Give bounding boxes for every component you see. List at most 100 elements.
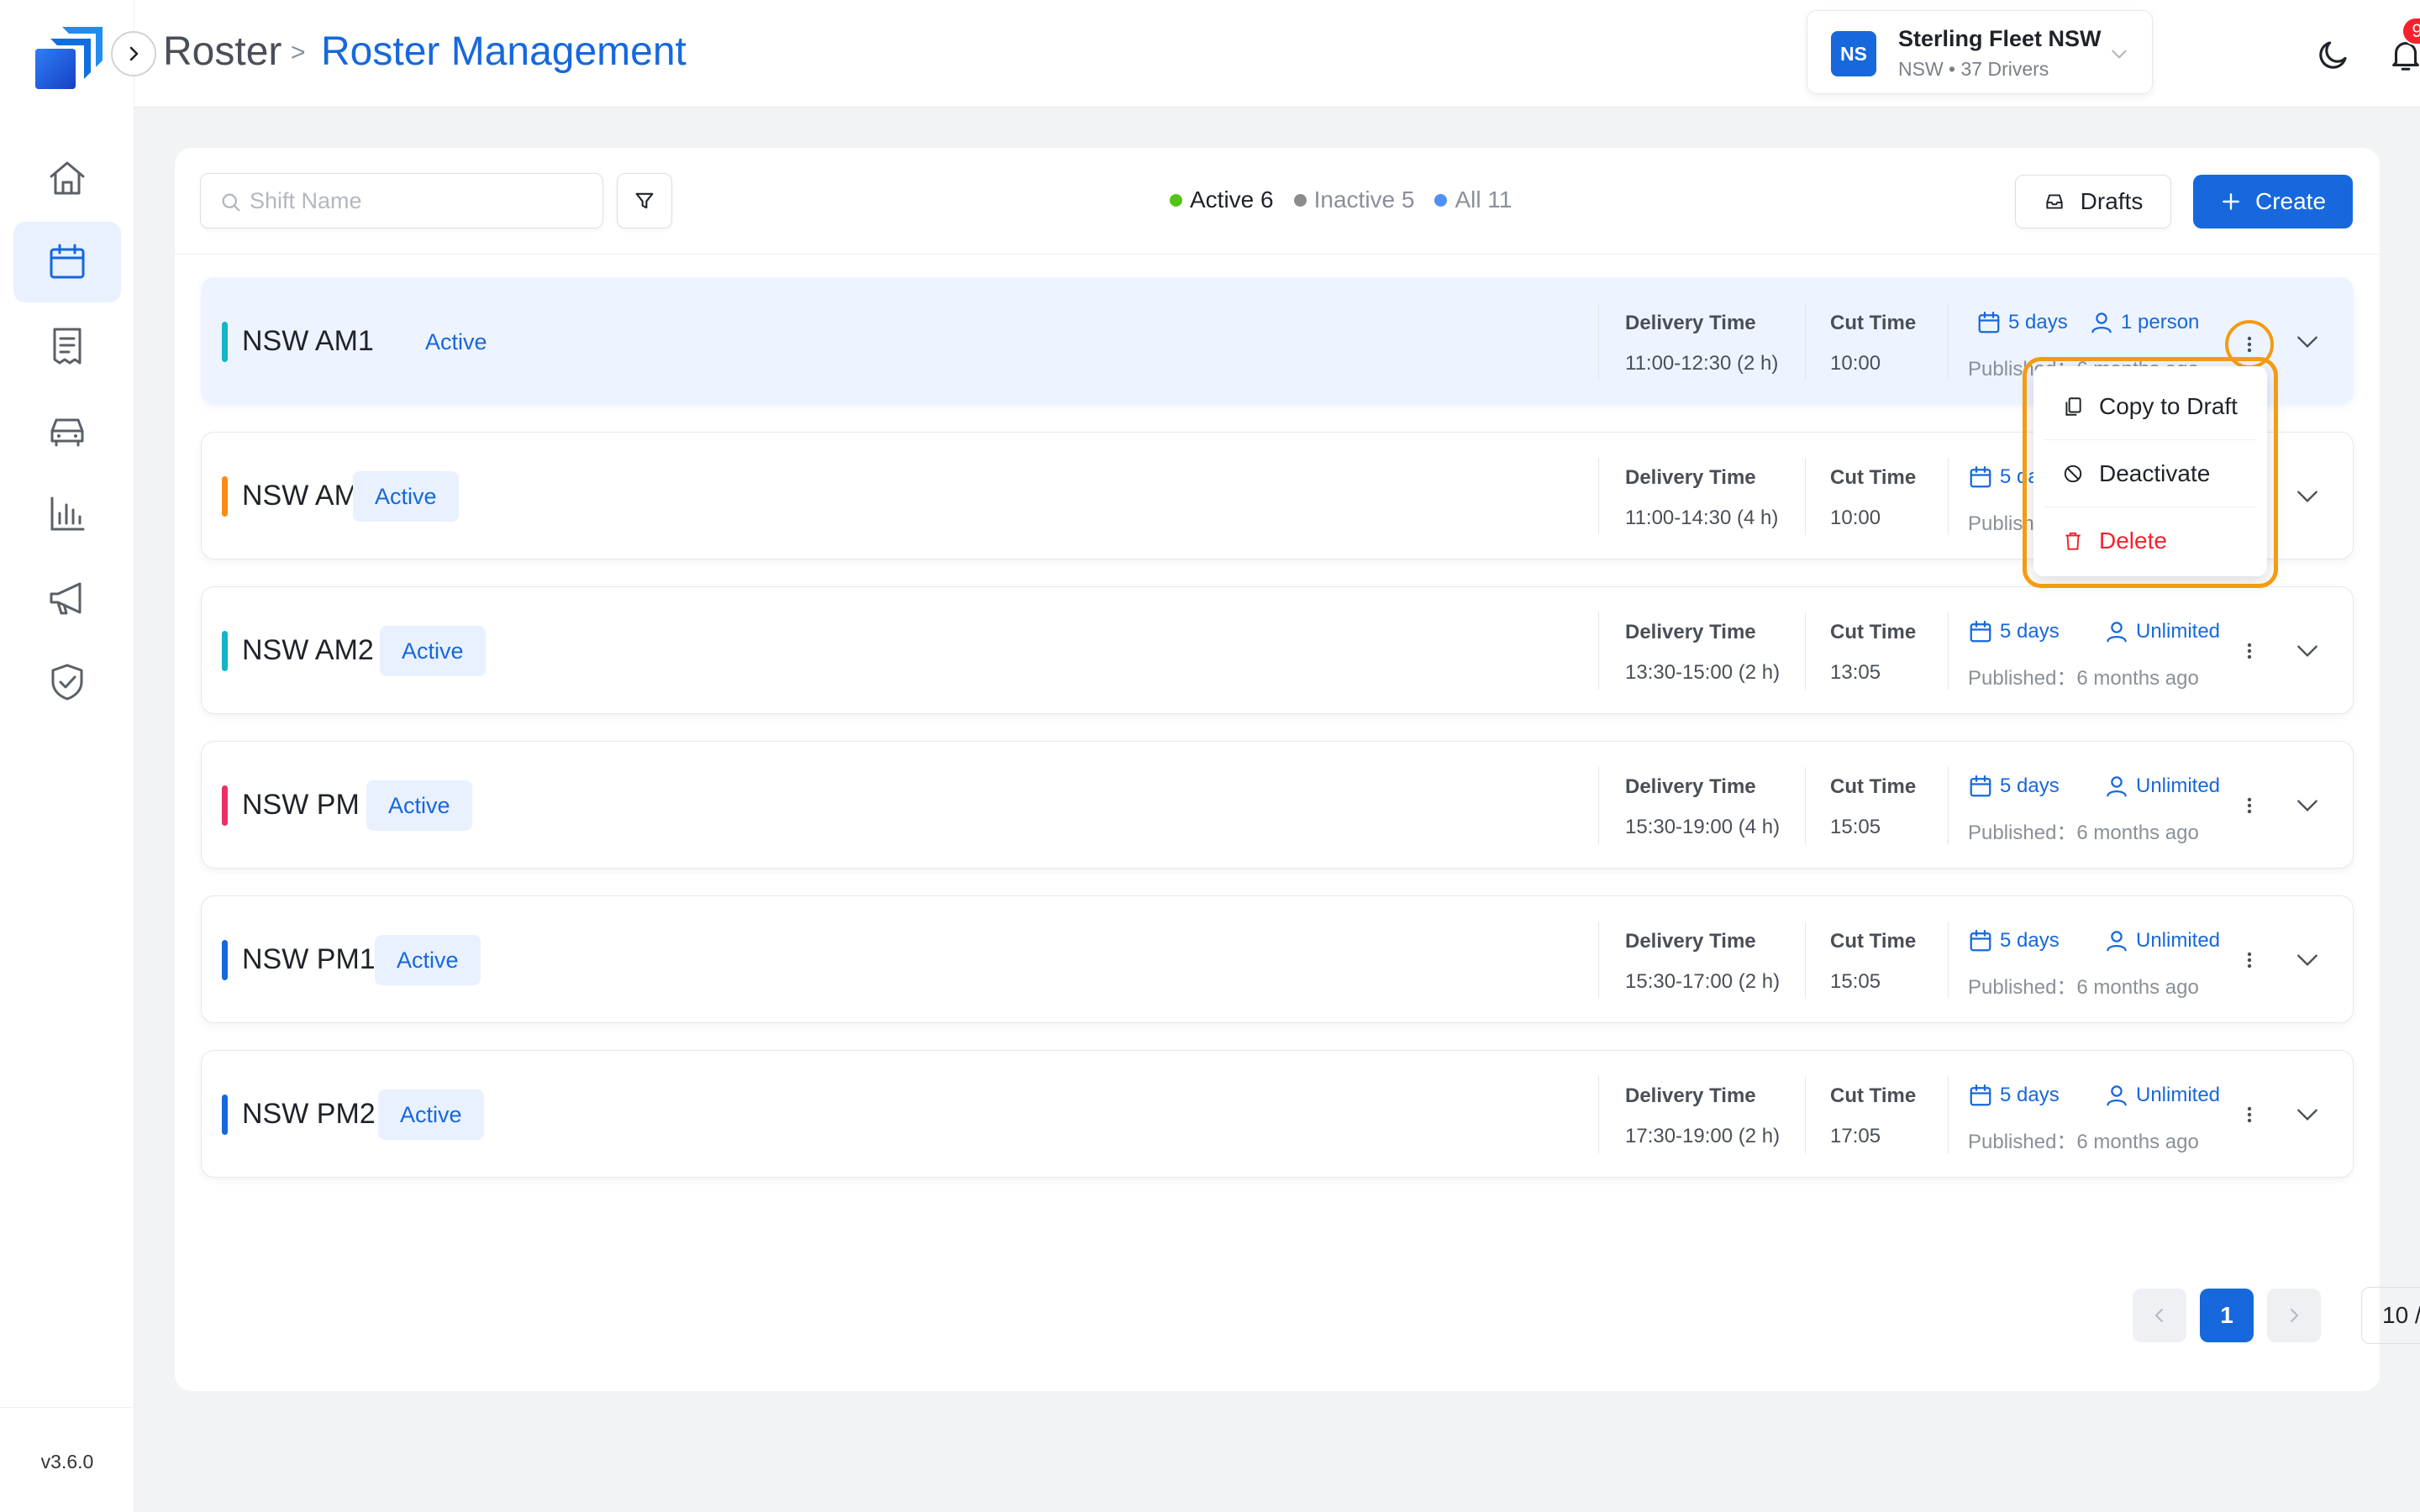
published-info: Published：6 months ago [1968, 976, 2199, 999]
chevron-down-icon [2112, 50, 2127, 59]
column-divider [1948, 458, 1949, 535]
delivery-time-label: Delivery Time [1625, 621, 1756, 643]
cut-time-label: Cut Time [1830, 930, 1917, 953]
sidebar-collapse-button[interactable] [111, 31, 156, 76]
sidebar-item-roster[interactable] [13, 222, 121, 302]
column-divider [1598, 612, 1599, 690]
row-more-button[interactable] [2237, 1101, 2262, 1128]
search-box[interactable] [200, 173, 603, 228]
cut-time-value: 15:05 [1830, 816, 1881, 838]
status-badge: Active [380, 626, 486, 676]
sidebar-item-announcements[interactable] [13, 558, 121, 638]
expand-chevron-icon[interactable] [2294, 947, 2321, 974]
page-size-value: 10 / page [2382, 1302, 2420, 1328]
shift-name: NSW AM1 [242, 325, 374, 357]
delivery-time-label: Delivery Time [1625, 930, 1756, 953]
published-info: Published：6 months ago [1968, 667, 2199, 690]
row-more-button[interactable] [2237, 792, 2262, 819]
shift-color-bar [222, 322, 228, 362]
capacity-info: 1 person [2089, 310, 2199, 335]
capacity-info: Unlimited [2104, 619, 2220, 644]
delivery-time-label: Delivery Time [1625, 1084, 1756, 1107]
home-icon [50, 161, 85, 195]
column-divider [1598, 458, 1599, 535]
days-value: 5 days [2000, 774, 2060, 797]
capacity-value: Unlimited [2136, 929, 2221, 952]
inbox-icon [2046, 194, 2063, 209]
more-vertical-icon [2247, 797, 2252, 814]
expand-chevron-icon[interactable] [2294, 483, 2321, 510]
shift-row[interactable]: NSW PM2 Active Delivery Time 17:30-19:00 (2… [201, 1050, 2354, 1178]
shift-row[interactable]: NSW PM Active Delivery Time 15:30-19:00 (4 … [201, 741, 2354, 869]
tab-active[interactable]: Active 6 [1170, 186, 1274, 213]
status-badge: Active [375, 935, 481, 985]
more-vertical-icon [2247, 952, 2252, 969]
search-input[interactable] [250, 174, 586, 228]
shift-name: NSW PM1 [242, 943, 376, 975]
filter-button[interactable] [617, 173, 672, 228]
days-info: 5 days [1968, 619, 2060, 644]
expand-chevron-icon[interactable] [2294, 638, 2321, 664]
status-dot [1293, 193, 1307, 207]
shift-color-bar [222, 1095, 228, 1135]
roster-panel: Active 6 Inactive 5 All 11 Drafts Create… [175, 148, 2420, 1391]
tab-all[interactable]: All 11 [1434, 186, 1512, 213]
breadcrumb-root[interactable]: Roster [163, 29, 281, 75]
moon-icon[interactable] [2316, 37, 2351, 72]
cut-time-value: 17:05 [1830, 1125, 1881, 1147]
column-divider [1598, 1076, 1599, 1153]
car-icon [50, 418, 84, 447]
page-size-select[interactable]: 10 / page [2361, 1287, 2420, 1344]
cut-time-value: 10:00 [1830, 352, 1881, 375]
column-divider [1805, 612, 1806, 690]
published-info: Published：6 months ago [1968, 1131, 2199, 1153]
cut-time-label: Cut Time [1830, 1084, 1917, 1107]
organization-switcher[interactable]: NS Sterling Fleet NSW NSW • 37 Drivers [1807, 10, 2153, 94]
shift-color-bar [222, 785, 228, 826]
tab-label: All 11 [1455, 186, 1512, 213]
tab-inactive[interactable]: Inactive 5 [1293, 186, 1414, 213]
shift-row[interactable]: NSW PM1 Active Delivery Time 15:30-17:00 (2… [201, 895, 2354, 1023]
sidebar: v3.6.0 [0, 0, 134, 1512]
column-divider [1805, 921, 1806, 999]
days-info: 5 days [1968, 774, 2060, 799]
capacity-value: Unlimited [2136, 1084, 2221, 1106]
cut-time-value: 10:00 [1830, 507, 1881, 529]
toolbar-divider [175, 254, 2380, 255]
shift-color-bar [222, 631, 228, 671]
status-filter-tabs: Active 6 Inactive 5 All 11 [1170, 186, 1512, 213]
org-name: Sterling Fleet NSW [1898, 26, 2102, 51]
sidebar-item-security[interactable] [13, 642, 121, 722]
drafts-button[interactable]: Drafts [2015, 175, 2171, 228]
sidebar-item-reports[interactable] [13, 474, 121, 554]
create-button[interactable]: Create [2193, 175, 2353, 228]
column-divider [1805, 303, 1806, 381]
column-divider [1948, 612, 1949, 690]
capacity-info: Unlimited [2104, 1083, 2220, 1108]
page-1-button[interactable]: 1 [2200, 1289, 2254, 1342]
row-more-button[interactable] [2237, 947, 2262, 974]
sidebar-item-vehicles[interactable] [13, 390, 121, 470]
status-badge: Active [378, 1089, 484, 1140]
status-dot [1170, 193, 1182, 207]
expand-chevron-icon[interactable] [2294, 792, 2321, 819]
calendar-small-icon [1970, 1084, 1991, 1106]
app-logo[interactable] [32, 24, 104, 94]
expand-chevron-icon[interactable] [2294, 1101, 2321, 1128]
expand-chevron-icon[interactable] [2294, 328, 2321, 355]
next-page-button[interactable] [2267, 1289, 2321, 1342]
more-vertical-icon [2247, 1106, 2252, 1123]
delivery-time-label: Delivery Time [1625, 312, 1756, 334]
page-title: Roster Management [321, 29, 687, 74]
row-more-button[interactable] [2237, 638, 2262, 664]
sidebar-item-orders[interactable] [13, 306, 121, 386]
drafts-label: Drafts [2080, 188, 2144, 214]
column-divider [1598, 767, 1599, 844]
sidebar-item-home[interactable] [13, 138, 121, 218]
cut-time-value: 13:05 [1830, 661, 1881, 684]
shift-row[interactable]: NSW AM2 Active Delivery Time 13:30-15:00 (2… [201, 586, 2354, 714]
prev-page-button[interactable] [2133, 1289, 2186, 1342]
megaphone-icon [50, 582, 82, 615]
chevron-right-icon [2291, 1309, 2299, 1322]
menu-highlight-outline [2023, 357, 2278, 588]
